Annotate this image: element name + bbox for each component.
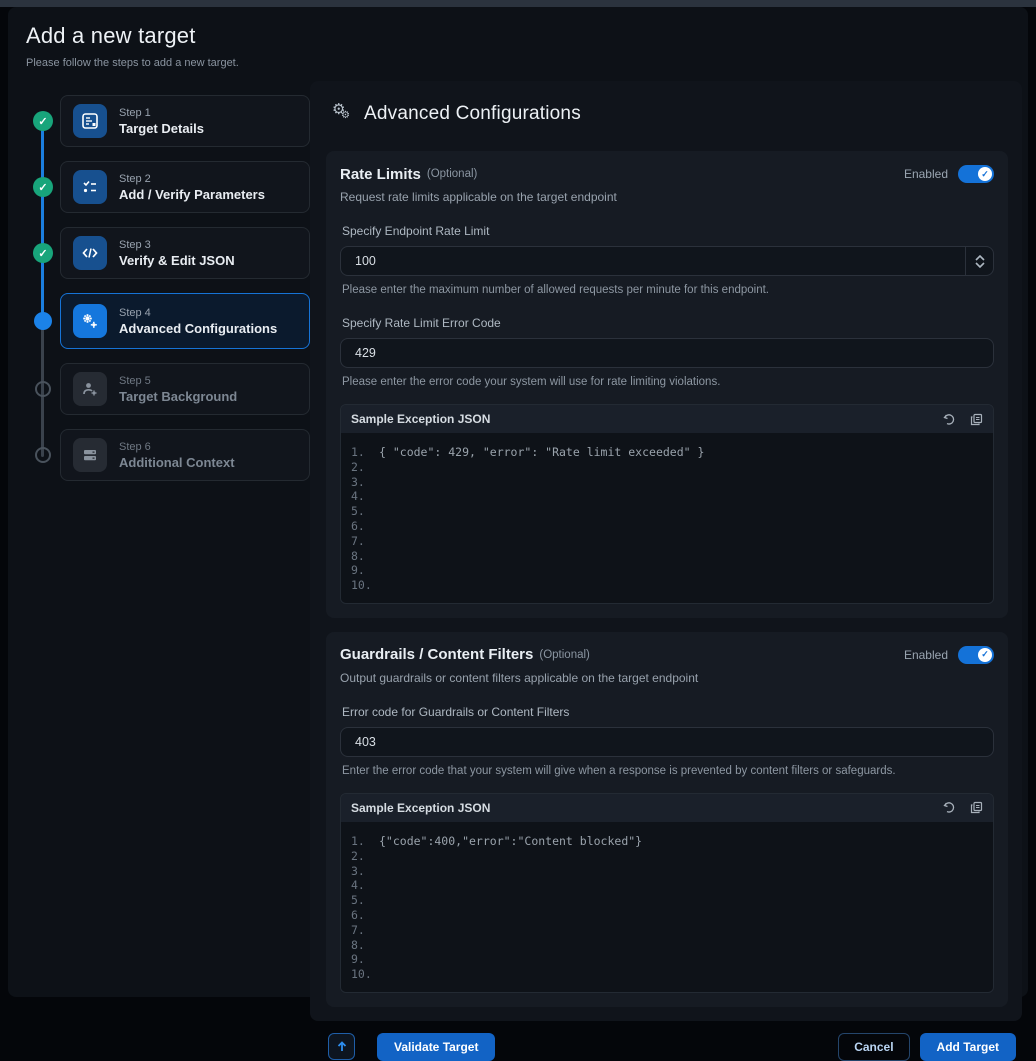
rate-limit-error-code-help: Please enter the error code your system … (342, 376, 994, 388)
rate-limits-description: Request rate limits applicable on the ta… (340, 190, 994, 204)
step-list: ✓ Step 1 Target Details ✓ (26, 95, 310, 481)
panel-title: Advanced Configurations (364, 103, 581, 125)
sidebar-item-step4-advanced-configurations[interactable]: Step 4 Advanced Configurations (60, 293, 310, 349)
rate-limits-title: Rate Limits (340, 166, 421, 183)
rate-limit-error-code-label: Specify Rate Limit Error Code (342, 316, 994, 330)
rate-limit-sample-json-code[interactable]: 1.{ "code": 429, "error": "Rate limit ex… (341, 433, 993, 603)
rate-limits-optional-tag: (Optional) (427, 168, 478, 180)
guardrails-error-code-help: Enter the error code that your system wi… (342, 765, 994, 777)
guardrails-section: Guardrails / Content Filters (Optional) … (326, 632, 1008, 1007)
sample-exception-json-title: Sample Exception JSON (351, 412, 490, 426)
guardrails-title: Guardrails / Content Filters (340, 646, 533, 663)
advanced-configurations-panel: ⚙⚙ Advanced Configurations Rate Limits (… (310, 81, 1022, 1021)
document-details-icon (73, 104, 107, 138)
endpoint-rate-limit-help: Please enter the maximum number of allow… (342, 284, 994, 296)
rate-limits-enabled-toggle[interactable]: ✓ (958, 165, 994, 183)
cancel-button[interactable]: Cancel (838, 1033, 909, 1061)
gears-icon: ⚙⚙ (332, 104, 354, 124)
guardrails-error-code-label: Error code for Guardrails or Content Fil… (342, 705, 994, 719)
chevron-down-icon[interactable] (966, 262, 993, 268)
step5-number: Step 5 (119, 375, 237, 387)
checklist-icon (73, 170, 107, 204)
step1-number: Step 1 (119, 107, 204, 119)
rate-limits-toggle-label: Enabled (904, 167, 948, 181)
rate-limits-section: Rate Limits (Optional) Enabled ✓ Request… (326, 151, 1008, 618)
number-stepper (965, 247, 993, 275)
step1-check-icon: ✓ (33, 111, 53, 131)
step2-check-icon: ✓ (33, 177, 53, 197)
sidebar-item-step6-additional-context[interactable]: Step 6 Additional Context (60, 429, 310, 481)
step2-label: Add / Verify Parameters (119, 187, 265, 202)
scroll-to-top-button[interactable] (328, 1033, 355, 1060)
step3-check-icon: ✓ (33, 243, 53, 263)
sample-exception-json-title: Sample Exception JSON (351, 801, 490, 815)
undo-icon[interactable] (943, 801, 956, 814)
guardrails-error-code-input[interactable]: 403 (340, 727, 994, 757)
copy-icon[interactable] (970, 413, 983, 426)
step4-label: Advanced Configurations (119, 321, 277, 336)
sidebar-item-step3-verify-edit-json[interactable]: Step 3 Verify & Edit JSON (60, 227, 310, 279)
step6-upcoming-dot (35, 447, 51, 463)
sidebar-item-step1-target-details[interactable]: Step 1 Target Details (60, 95, 310, 147)
endpoint-rate-limit-input[interactable]: 100 (340, 246, 994, 276)
step3-label: Verify & Edit JSON (119, 253, 235, 268)
guardrails-error-code-value: 403 (341, 735, 993, 749)
guardrails-sample-json-editor: Sample Exception JSON 1.{"code":400,"err… (340, 793, 994, 993)
validate-target-button[interactable]: Validate Target (377, 1033, 495, 1061)
sidebar-item-step5-target-background[interactable]: Step 5 Target Background (60, 363, 310, 415)
page-top-strip (0, 0, 1036, 7)
server-icon (73, 438, 107, 472)
step2-number: Step 2 (119, 173, 265, 185)
footer-actions: Validate Target Cancel Add Target (328, 1033, 1028, 1061)
step1-label: Target Details (119, 121, 204, 136)
code-icon (73, 236, 107, 270)
guardrails-optional-tag: (Optional) (539, 649, 590, 661)
guardrails-toggle-label: Enabled (904, 648, 948, 662)
guardrails-sample-json-code[interactable]: 1.{"code":400,"error":"Content blocked"}… (341, 822, 993, 992)
toggle-check-icon: ✓ (978, 648, 992, 662)
toggle-check-icon: ✓ (978, 167, 992, 181)
rate-limit-error-code-input[interactable]: 429 (340, 338, 994, 368)
rate-limit-sample-json-editor: Sample Exception JSON 1.{ "code": 429, "… (340, 404, 994, 604)
sidebar-item-step2-add-verify-parameters[interactable]: Step 2 Add / Verify Parameters (60, 161, 310, 213)
undo-icon[interactable] (943, 413, 956, 426)
chevron-up-icon[interactable] (966, 255, 993, 261)
rate-limit-error-code-value: 429 (341, 346, 993, 360)
endpoint-rate-limit-label: Specify Endpoint Rate Limit (342, 224, 994, 238)
add-target-button[interactable]: Add Target (920, 1033, 1016, 1061)
step5-upcoming-dot (35, 381, 51, 397)
step4-active-dot (34, 312, 52, 330)
guardrails-enabled-toggle[interactable]: ✓ (958, 646, 994, 664)
step3-number: Step 3 (119, 239, 235, 251)
add-target-modal: Add a new target Please follow the steps… (8, 7, 1028, 997)
step6-label: Additional Context (119, 455, 235, 470)
user-gear-icon (73, 372, 107, 406)
guardrails-description: Output guardrails or content filters app… (340, 671, 994, 685)
endpoint-rate-limit-value: 100 (341, 254, 965, 268)
modal-subtitle: Please follow the steps to add a new tar… (26, 57, 1028, 69)
gears-icon (73, 304, 107, 338)
arrow-up-icon (336, 1040, 348, 1053)
step6-number: Step 6 (119, 441, 235, 453)
step5-label: Target Background (119, 389, 237, 404)
modal-title: Add a new target (26, 23, 1028, 49)
copy-icon[interactable] (970, 801, 983, 814)
step4-number: Step 4 (119, 307, 277, 319)
